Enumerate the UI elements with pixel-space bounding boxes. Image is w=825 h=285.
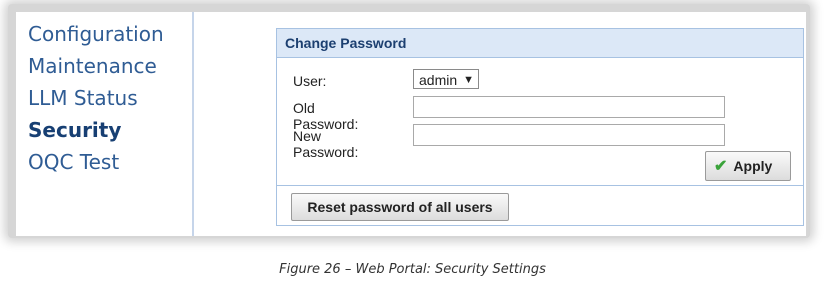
sidebar-nav: Configuration Maintenance LLM Status Sec… (28, 18, 164, 178)
new-password-field[interactable] (413, 124, 725, 146)
checkmark-icon: ✔ (714, 158, 728, 175)
panel-title: Change Password (277, 29, 803, 58)
sidebar-item-oqc-test[interactable]: OQC Test (28, 146, 164, 178)
user-select-value: admin (419, 72, 458, 88)
sidebar-item-llm-status[interactable]: LLM Status (28, 82, 164, 114)
new-password-label: New Password: (293, 128, 359, 160)
figure-caption: Figure 26 – Web Portal: Security Setting… (279, 262, 546, 277)
old-password-field[interactable] (413, 96, 725, 118)
apply-label: Apply (733, 158, 773, 174)
sidebar-item-security[interactable]: Security (28, 114, 164, 146)
user-select[interactable]: admin ▼ (413, 69, 479, 89)
panel-separator (277, 185, 803, 186)
user-label: User: (293, 73, 327, 89)
reset-all-passwords-button[interactable]: Reset password of all users (291, 193, 509, 221)
caret-down-icon: ▼ (463, 74, 474, 86)
sidebar-item-configuration[interactable]: Configuration (28, 18, 164, 50)
sidebar-divider (192, 12, 194, 236)
apply-button[interactable]: ✔ Apply (705, 151, 791, 181)
sidebar-item-maintenance[interactable]: Maintenance (28, 50, 164, 82)
change-password-panel: Change Password User: admin ▼ Old Passwo… (276, 28, 804, 226)
